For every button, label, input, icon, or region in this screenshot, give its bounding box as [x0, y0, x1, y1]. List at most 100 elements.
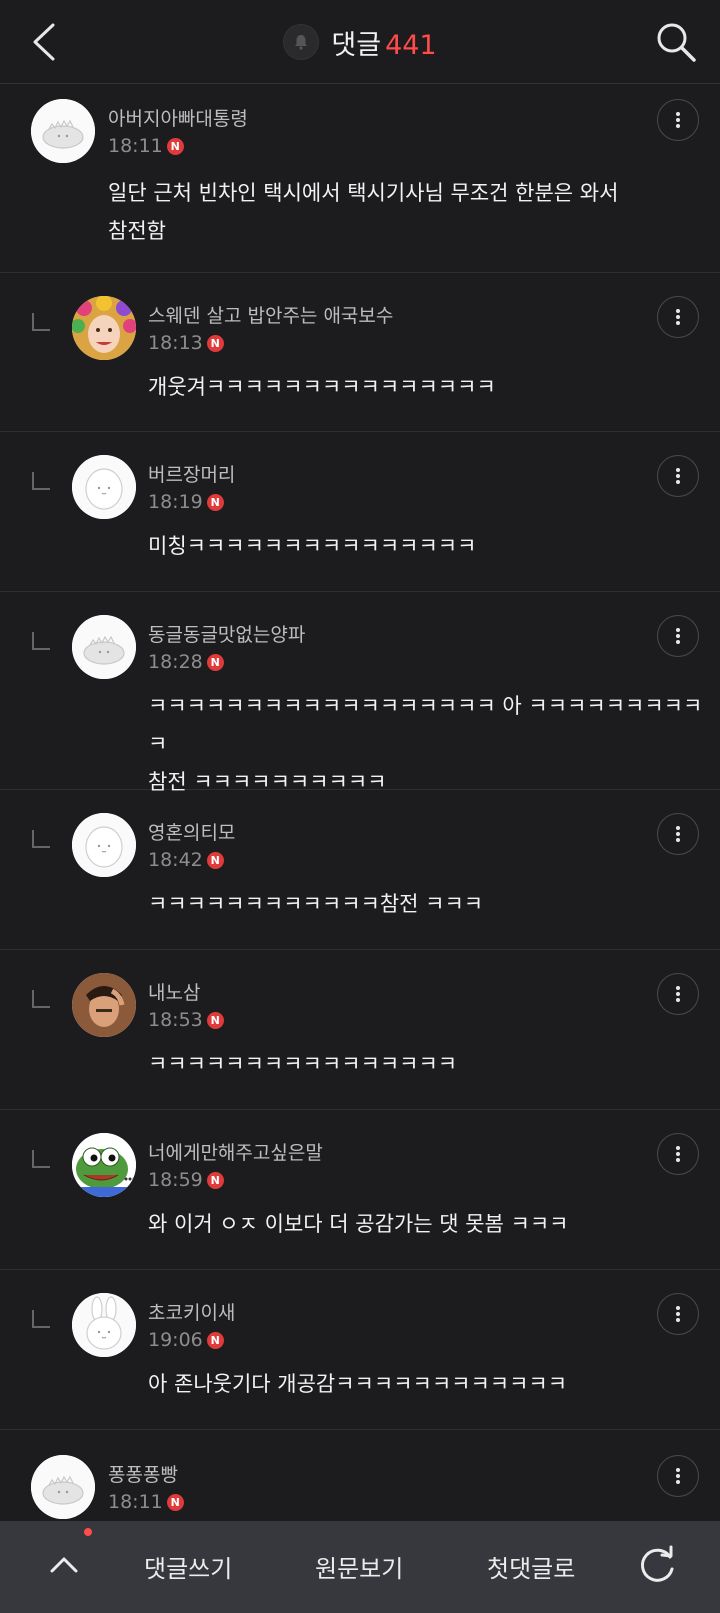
more-options-button[interactable] — [657, 973, 699, 1015]
reply-indicator-icon — [32, 1150, 50, 1168]
reply-indicator-icon — [32, 1310, 50, 1328]
default-avatar-icon — [72, 455, 136, 519]
comment-time: 18:11 — [108, 1491, 163, 1513]
comment-nickname[interactable]: 동글동글맛없는양파 — [148, 620, 305, 647]
write-comment-button[interactable]: 댓글쓰기 — [144, 1549, 232, 1584]
profile-photo-icon — [72, 973, 136, 1037]
new-badge: N — [166, 137, 184, 155]
default-avatar-icon — [31, 1455, 95, 1519]
more-options-button[interactable] — [657, 1293, 699, 1335]
comment-nickname[interactable]: 너에게만해주고싶은말 — [148, 1138, 323, 1165]
avatar[interactable] — [72, 296, 136, 360]
comment-time: 19:06 — [148, 1329, 203, 1351]
comment-nickname[interactable]: 내노삼 — [148, 978, 200, 1005]
more-vertical-icon — [676, 1306, 680, 1322]
more-vertical-icon — [676, 826, 680, 842]
new-badge: N — [206, 1331, 224, 1349]
frog-avatar-icon — [72, 1133, 136, 1197]
comment-body: 와 이거 ㅇㅈ 이보다 더 공감가는 댓 못봄 ㅋㅋㅋ — [148, 1212, 569, 1236]
new-badge: N — [206, 653, 224, 671]
comment-time: 18:59 — [148, 1169, 203, 1191]
view-original-button[interactable]: 원문보기 — [315, 1549, 403, 1584]
comment-body: 아 존나웃기다 개공감ㅋㅋㅋㅋㅋㅋㅋㅋㅋㅋㅋㅋ — [148, 1372, 568, 1396]
profile-photo-icon — [72, 296, 136, 360]
comment-body: ㅋㅋㅋㅋㅋㅋㅋㅋㅋㅋㅋㅋ참전 ㅋㅋㅋ — [148, 892, 484, 916]
reply-indicator-icon — [32, 990, 50, 1008]
more-options-button[interactable] — [657, 813, 699, 855]
more-options-button[interactable] — [657, 455, 699, 497]
default-avatar-icon — [72, 813, 136, 877]
more-vertical-icon — [676, 309, 680, 325]
title-label: 댓글 — [331, 29, 382, 61]
more-vertical-icon — [676, 1468, 680, 1484]
avatar[interactable] — [72, 973, 136, 1037]
comment-item: 영혼의티모 18:42 N ㅋㅋㅋㅋㅋㅋㅋㅋㅋㅋㅋㅋ참전 ㅋㅋㅋ — [0, 790, 720, 950]
avatar[interactable] — [72, 615, 136, 679]
comment-time: 18:11 — [108, 135, 163, 157]
avatar[interactable] — [31, 1455, 95, 1519]
page-title: 댓글 441 — [331, 23, 436, 62]
comment-item: 스웨덴 살고 밥안주는 애국보수 18:13 N 개웃겨ㅋㅋㅋㅋㅋㅋㅋㅋㅋㅋㅋㅋ… — [0, 273, 720, 432]
comment-time-row: 18:28 N — [148, 651, 224, 673]
comment-item: 퐁퐁퐁빵 18:11 N — [0, 1430, 720, 1521]
comment-item: 동글동글맛없는양파 18:28 N ㅋㅋㅋㅋㅋㅋㅋㅋㅋㅋㅋㅋㅋㅋㅋㅋㅋㅋ 아 ㅋ… — [0, 592, 720, 794]
avatar[interactable] — [72, 1293, 136, 1357]
more-vertical-icon — [676, 628, 680, 644]
comment-nickname[interactable]: 퐁퐁퐁빵 — [108, 1460, 178, 1487]
notification-toggle[interactable] — [283, 24, 320, 60]
more-options-button[interactable] — [657, 1133, 699, 1175]
comment-time-row: 18:19 N — [148, 491, 224, 513]
comment-nickname[interactable]: 아버지아빠대통령 — [108, 104, 248, 131]
comment-nickname[interactable]: 초코키이새 — [148, 1298, 235, 1325]
comment-item: 아버지아빠대통령 18:11 N 일단 근처 빈차인 택시에서 택시기사님 무조… — [0, 84, 720, 273]
new-badge: N — [206, 334, 224, 352]
comment-time-row: 18:13 N — [148, 332, 224, 354]
reply-indicator-icon — [32, 313, 50, 331]
bunny-avatar-icon — [72, 1293, 136, 1357]
comment-time-row: 18:11 N — [108, 1491, 184, 1513]
comment-time: 18:28 — [148, 651, 203, 673]
comment-nickname[interactable]: 영혼의티모 — [148, 818, 235, 845]
comment-body: 개웃겨ㅋㅋㅋㅋㅋㅋㅋㅋㅋㅋㅋㅋㅋㅋㅋ — [148, 375, 496, 399]
comment-body: 일단 근처 빈차인 택시에서 택시기사님 무조건 한분은 와서 참전함 — [108, 181, 619, 243]
comment-time-row: 18:42 N — [148, 849, 224, 871]
more-options-button[interactable] — [657, 615, 699, 657]
reply-indicator-icon — [32, 632, 50, 650]
comment-body: ㅋㅋㅋㅋㅋㅋㅋㅋㅋㅋㅋㅋㅋㅋㅋㅋ — [148, 1052, 458, 1076]
avatar[interactable] — [31, 99, 95, 163]
first-comment-button[interactable]: 첫댓글로 — [487, 1549, 575, 1584]
search-button[interactable] — [654, 20, 698, 64]
refresh-button[interactable] — [634, 1543, 680, 1589]
comment-list[interactable]: 아버지아빠대통령 18:11 N 일단 근처 빈차인 택시에서 택시기사님 무조… — [0, 84, 720, 1521]
more-options-button[interactable] — [657, 1455, 699, 1497]
more-vertical-icon — [676, 468, 680, 484]
title-area: 댓글 441 — [0, 0, 720, 84]
reply-indicator-icon — [32, 830, 50, 848]
reply-indicator-icon — [32, 472, 50, 490]
comment-item: 너에게만해주고싶은말 18:59 N 와 이거 ㅇㅈ 이보다 더 공감가는 댓 … — [0, 1110, 720, 1270]
more-options-button[interactable] — [657, 296, 699, 338]
comment-nickname[interactable]: 스웨덴 살고 밥안주는 애국보수 — [148, 301, 393, 328]
new-badge: N — [206, 493, 224, 511]
avatar[interactable] — [72, 813, 136, 877]
avatar[interactable] — [72, 1133, 136, 1197]
more-vertical-icon — [676, 1146, 680, 1162]
bell-icon — [295, 35, 308, 50]
comment-body: ㅋㅋㅋㅋㅋㅋㅋㅋㅋㅋㅋㅋㅋㅋㅋㅋㅋㅋ 아 ㅋㅋㅋㅋㅋㅋㅋㅋㅋㅋ 참전 ㅋㅋㅋㅋㅋ… — [148, 694, 703, 794]
more-options-button[interactable] — [657, 99, 699, 141]
avatar[interactable] — [72, 455, 136, 519]
comment-item: 초코키이새 19:06 N 아 존나웃기다 개공감ㅋㅋㅋㅋㅋㅋㅋㅋㅋㅋㅋㅋ — [0, 1270, 720, 1430]
search-icon — [657, 23, 696, 62]
new-badge: N — [206, 1011, 224, 1029]
comment-time-row: 18:11 N — [108, 135, 184, 157]
comment-time-row: 18:59 N — [148, 1169, 224, 1191]
scroll-top-button[interactable] — [44, 1545, 84, 1585]
top-bar: 댓글 441 — [0, 0, 720, 84]
comment-time-row: 18:53 N — [148, 1009, 224, 1031]
new-badge: N — [206, 1171, 224, 1189]
comment-nickname[interactable]: 버르장머리 — [148, 460, 235, 487]
comment-time-row: 19:06 N — [148, 1329, 224, 1351]
refresh-icon — [640, 1545, 674, 1582]
more-vertical-icon — [676, 112, 680, 128]
default-avatar-icon — [31, 99, 95, 163]
